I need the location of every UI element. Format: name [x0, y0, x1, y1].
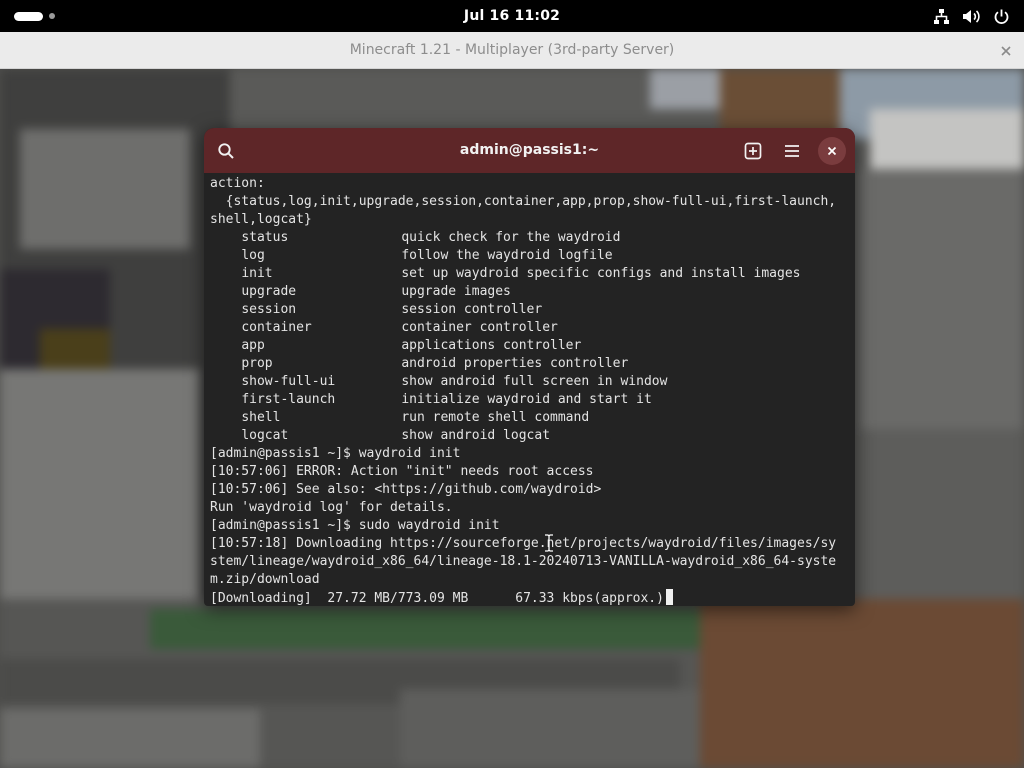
volume-icon[interactable]	[962, 8, 981, 25]
subcommand-description: session controller	[401, 302, 543, 317]
subcommand-name: status	[241, 230, 289, 245]
subcommand-name: upgrade	[241, 284, 297, 299]
subcommand-name: logcat	[241, 428, 289, 443]
subcommand-name: container	[241, 320, 312, 335]
subcommand-description: set up waydroid specific configs and ins…	[401, 266, 801, 281]
close-icon[interactable]	[818, 137, 846, 165]
output-line: stem/lineage/waydroid_x86_64/lineage-18.…	[210, 554, 837, 569]
subcommand-row: first-launch initialize waydroid and star…	[210, 391, 852, 409]
subcommand-row: prop android properties controller	[210, 355, 852, 373]
ibeam-cursor-icon	[544, 534, 554, 552]
subcommand-row: log follow the waydroid logfile	[210, 247, 852, 265]
terminal-window[interactable]: admin@passis1:~ action: {status,log,init…	[204, 128, 855, 606]
workspace-indicator-inactive	[49, 13, 55, 19]
minecraft-window-title: Minecraft 1.21 - Multiplayer (3rd-party …	[349, 42, 675, 58]
subcommand-name: session	[241, 302, 297, 317]
subcommand-name: init	[241, 266, 273, 281]
output-line: [10:57:06] See also: <https://github.com…	[210, 482, 602, 497]
system-tray[interactable]	[933, 7, 1010, 25]
subcommand-name: prop	[241, 356, 273, 371]
power-icon[interactable]	[993, 8, 1010, 25]
output-line: Run 'waydroid log' for details.	[210, 500, 453, 515]
subcommand-row: logcat show android logcat	[210, 427, 852, 445]
prompt-line: [admin@passis1 ~]$ sudo waydroid init	[210, 518, 500, 533]
top-bar: Jul 16 11:02	[0, 0, 1024, 32]
output-line: action:	[210, 176, 265, 191]
subcommand-name: app	[241, 338, 265, 353]
clock-label[interactable]: Jul 16 11:02	[464, 8, 560, 24]
subcommand-description: quick check for the waydroid	[401, 230, 621, 245]
error-line: [10:57:06] ERROR: Action "init" needs ro…	[210, 464, 594, 479]
terminal-headerbar[interactable]: admin@passis1:~	[204, 128, 855, 173]
download-progress-text: [Downloading] 27.72 MB/773.09 MB 67.33 k…	[210, 591, 664, 606]
subcommand-row: shell run remote shell command	[210, 409, 852, 427]
output-line: shell,logcat}	[210, 212, 312, 227]
subcommand-description: upgrade images	[401, 284, 511, 299]
close-icon[interactable]	[999, 43, 1013, 57]
output-line: {status,log,init,upgrade,session,contain…	[210, 194, 837, 209]
subcommand-description: android properties controller	[401, 356, 629, 371]
download-progress-line: [Downloading] 27.72 MB/773.09 MB 67.33 k…	[210, 589, 852, 606]
workspace-indicator-active	[14, 11, 43, 21]
text-cursor	[665, 589, 673, 605]
subcommand-name: log	[241, 248, 265, 263]
new-tab-icon[interactable]	[739, 137, 767, 165]
subcommand-name: shell	[241, 410, 281, 425]
subcommand-row: session session controller	[210, 301, 852, 319]
subcommand-row: status quick check for the waydroid	[210, 229, 852, 247]
subcommand-description: show android logcat	[401, 428, 551, 443]
subcommand-row: container container controller	[210, 319, 852, 337]
subcommand-row: show-full-ui show android full screen in …	[210, 373, 852, 391]
activities-button[interactable]	[14, 11, 55, 21]
subcommand-row: init set up waydroid specific configs and…	[210, 265, 852, 283]
subcommand-description: initialize waydroid and start it	[401, 392, 652, 407]
clock[interactable]: Jul 16 11:02	[0, 0, 1024, 32]
subcommand-row: upgrade upgrade images	[210, 283, 852, 301]
output-line: m.zip/download	[210, 572, 320, 587]
output-line: [10:57:18] Downloading https://sourcefor…	[210, 536, 837, 551]
terminal-output[interactable]: action: {status,log,init,upgrade,session…	[210, 175, 852, 606]
hamburger-menu-icon[interactable]	[778, 137, 806, 165]
subcommand-name: first-launch	[241, 392, 336, 407]
network-icon[interactable]	[933, 8, 950, 25]
subcommand-name: show-full-ui	[241, 374, 336, 389]
subcommand-description: applications controller	[401, 338, 582, 353]
subcommand-description: run remote shell command	[401, 410, 590, 425]
minecraft-window-titlebar[interactable]: Minecraft 1.21 - Multiplayer (3rd-party …	[0, 32, 1024, 69]
subcommand-row: app applications controller	[210, 337, 852, 355]
search-icon[interactable]	[212, 137, 240, 165]
subcommand-description: container controller	[401, 320, 558, 335]
prompt-line: [admin@passis1 ~]$ waydroid init	[210, 446, 461, 461]
subcommand-description: show android full screen in window	[401, 374, 668, 389]
subcommand-description: follow the waydroid logfile	[401, 248, 613, 263]
